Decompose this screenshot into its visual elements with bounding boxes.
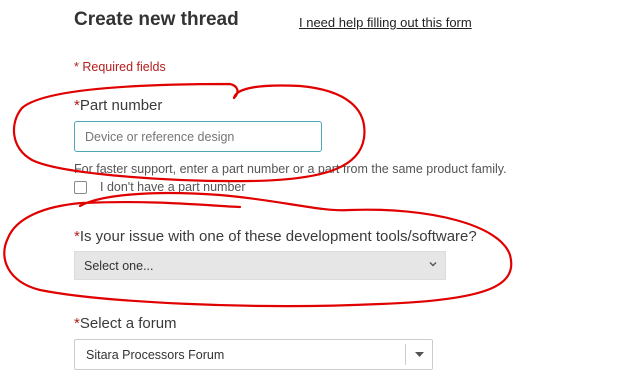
part-number-hint: For faster support, enter a part number …	[74, 162, 507, 176]
part-number-label: *Part number	[74, 97, 162, 114]
no-part-number-checkbox[interactable]	[74, 181, 87, 194]
page-title: Create new thread	[74, 9, 239, 30]
dev-tools-label: *Is your issue with one of these develop…	[74, 228, 477, 245]
part-number-label-text: Part number	[79, 97, 163, 114]
chevron-down-icon	[429, 262, 437, 267]
dev-tools-label-text: Is your issue with one of these developm…	[79, 228, 477, 245]
no-part-number-label[interactable]: I don't have a part number	[100, 180, 246, 194]
dev-tools-select-value: Select one...	[84, 259, 154, 273]
forum-select-value: Sitara Processors Forum	[86, 348, 225, 362]
caret-down-icon	[415, 352, 424, 357]
annotation-circle-dev-tools	[3, 191, 513, 308]
part-number-input[interactable]	[74, 121, 322, 152]
required-fields-note: * Required fields	[74, 60, 166, 74]
dev-tools-select[interactable]: Select one...	[74, 251, 446, 280]
forum-label-text: Select a forum	[79, 315, 177, 332]
forum-select[interactable]: Sitara Processors Forum	[74, 339, 433, 370]
forum-label: *Select a forum	[74, 315, 177, 332]
help-link[interactable]: I need help filling out this form	[299, 15, 472, 30]
select-divider	[405, 344, 406, 365]
